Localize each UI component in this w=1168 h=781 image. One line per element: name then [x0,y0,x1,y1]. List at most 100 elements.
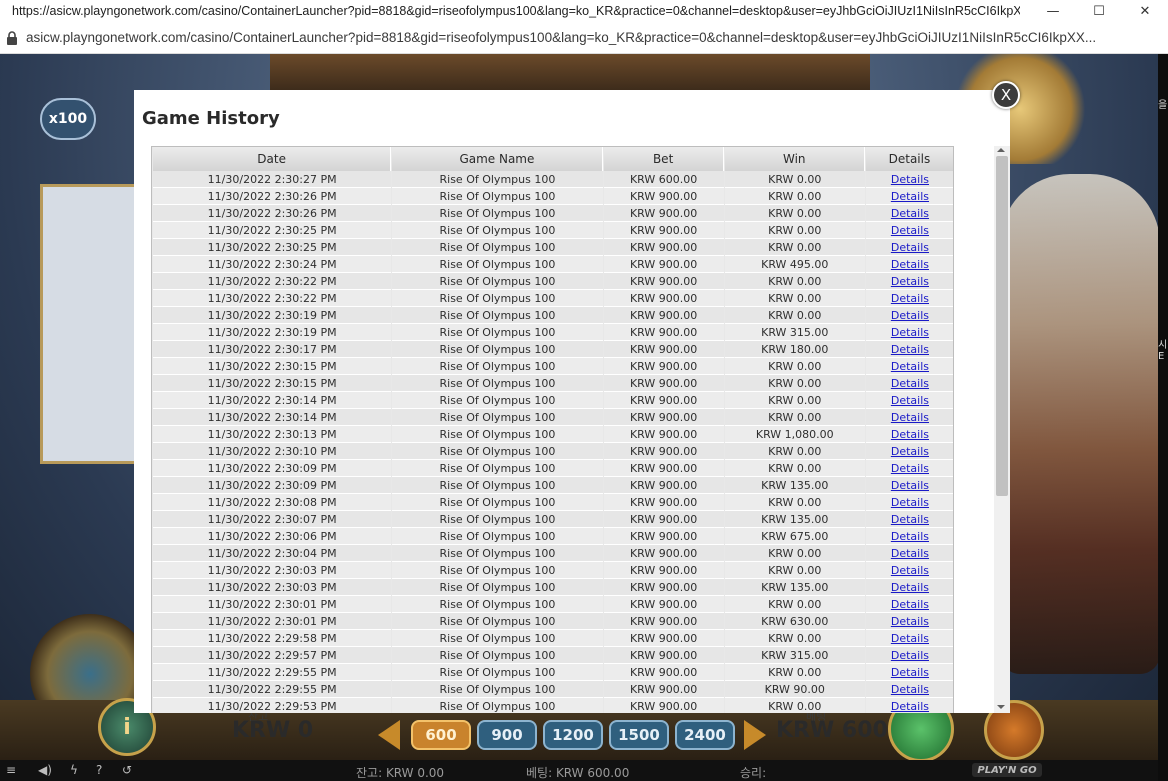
details-link[interactable]: Details [891,530,929,543]
menu-icon[interactable]: ≡ [6,764,20,776]
details-link[interactable]: Details [891,581,929,594]
bet-cell: KRW 900.00 [603,698,724,713]
bet-cell: KRW 900.00 [603,511,724,528]
details-link[interactable]: Details [891,343,929,356]
details-link[interactable]: Details [891,632,929,645]
right-edge-strip: 을 시E [1158,54,1168,781]
details-cell: Details [865,290,953,307]
column-header-game-name[interactable]: Game Name [392,147,603,171]
details-link[interactable]: Details [891,683,929,696]
details-cell: Details [865,171,953,188]
turbo-icon[interactable]: ϟ [70,764,84,776]
details-link[interactable]: Details [891,615,929,628]
scroll-down-arrow-icon[interactable] [997,705,1005,709]
details-link[interactable]: Details [891,649,929,662]
date-cell: 11/30/2022 2:30:25 PM [153,222,392,239]
column-header-date[interactable]: Date [153,147,392,171]
date-cell: 11/30/2022 2:30:03 PM [153,562,392,579]
details-link[interactable]: Details [891,377,929,390]
details-link[interactable]: Details [891,360,929,373]
table-row: 11/30/2022 2:30:15 PM Rise Of Olympus 100… [153,375,953,392]
window-title: https://asicw.playngonetwork.com/casino/… [12,4,1020,18]
bet-decrease-arrow[interactable] [378,720,400,750]
bet-chip-1500[interactable]: 1500 [609,720,669,750]
bet-chip-900[interactable]: 900 [477,720,537,750]
details-link[interactable]: Details [891,275,929,288]
scroll-up-arrow-icon[interactable] [997,148,1005,152]
game-name-cell: Rise Of Olympus 100 [392,698,603,713]
details-link[interactable]: Details [891,513,929,526]
date-cell: 11/30/2022 2:30:24 PM [153,256,392,273]
details-link[interactable]: Details [891,394,929,407]
details-cell: Details [865,477,953,494]
details-link[interactable]: Details [891,666,929,679]
details-link[interactable]: Details [891,496,929,509]
details-cell: Details [865,596,953,613]
details-link[interactable]: Details [891,411,929,424]
sound-icon[interactable]: ◀) [38,764,52,776]
address-bar[interactable]: asicw.playngonetwork.com/casino/Containe… [0,22,1168,54]
details-link[interactable]: Details [891,547,929,560]
minimize-button[interactable]: — [1030,0,1076,22]
details-link[interactable]: Details [891,700,929,713]
bet-increase-arrow[interactable] [744,720,766,750]
details-link[interactable]: Details [891,207,929,220]
table-row: 11/30/2022 2:29:58 PM Rise Of Olympus 100… [153,630,953,647]
address-url[interactable]: asicw.playngonetwork.com/casino/Containe… [26,30,1156,45]
details-cell: Details [865,494,953,511]
history-table-container[interactable]: Date Game Name Bet Win Details 11/30/202… [151,146,954,713]
details-link[interactable]: Details [891,564,929,577]
details-cell: Details [865,698,953,713]
game-name-cell: Rise Of Olympus 100 [392,596,603,613]
details-link[interactable]: Details [891,292,929,305]
maximize-button[interactable]: ☐ [1076,0,1122,22]
date-cell: 11/30/2022 2:29:57 PM [153,647,392,664]
help-icon[interactable]: ? [96,764,110,776]
column-header-win[interactable]: Win [724,147,865,171]
details-link[interactable]: Details [891,479,929,492]
bet-cell: KRW 900.00 [603,392,724,409]
details-cell: Details [865,664,953,681]
details-cell: Details [865,426,953,443]
details-link[interactable]: Details [891,224,929,237]
table-row: 11/30/2022 2:30:25 PM Rise Of Olympus 100… [153,239,953,256]
column-header-details[interactable]: Details [865,147,953,171]
game-name-cell: Rise Of Olympus 100 [392,579,603,596]
table-row: 11/30/2022 2:30:09 PM Rise Of Olympus 100… [153,477,953,494]
game-name-cell: Rise Of Olympus 100 [392,409,603,426]
win-cell: KRW 0.00 [724,596,865,613]
game-name-cell: Rise Of Olympus 100 [392,460,603,477]
details-link[interactable]: Details [891,445,929,458]
details-link[interactable]: Details [891,258,929,271]
close-window-button[interactable]: ✕ [1122,0,1168,22]
details-link[interactable]: Details [891,462,929,475]
win-cell: KRW 135.00 [724,579,865,596]
scroll-thumb[interactable] [996,156,1008,496]
win-cell: KRW 0.00 [724,630,865,647]
details-link[interactable]: Details [891,428,929,441]
bet-chip-600[interactable]: 600 [411,720,471,750]
details-link[interactable]: Details [891,309,929,322]
history-icon[interactable]: ↺ [122,764,136,776]
status-win: 승리: [740,766,767,780]
details-link[interactable]: Details [891,598,929,611]
close-modal-button[interactable]: X [992,81,1020,109]
modal-scrollbar[interactable] [994,146,1010,713]
date-cell: 11/30/2022 2:30:15 PM [153,375,392,392]
details-link[interactable]: Details [891,326,929,339]
game-name-cell: Rise Of Olympus 100 [392,375,603,392]
win-cell: KRW 180.00 [724,341,865,358]
details-cell: Details [865,341,953,358]
bet-chip-2400[interactable]: 2400 [675,720,735,750]
details-link[interactable]: Details [891,173,929,186]
details-link[interactable]: Details [891,190,929,203]
column-header-bet[interactable]: Bet [603,147,724,171]
game-name-cell: Rise Of Olympus 100 [392,494,603,511]
bet-cell: KRW 900.00 [603,375,724,392]
game-name-cell: Rise Of Olympus 100 [392,613,603,630]
details-link[interactable]: Details [891,241,929,254]
win-cell: KRW 0.00 [724,375,865,392]
bet-cell: KRW 900.00 [603,562,724,579]
bet-cell: KRW 900.00 [603,579,724,596]
bet-chip-1200[interactable]: 1200 [543,720,603,750]
